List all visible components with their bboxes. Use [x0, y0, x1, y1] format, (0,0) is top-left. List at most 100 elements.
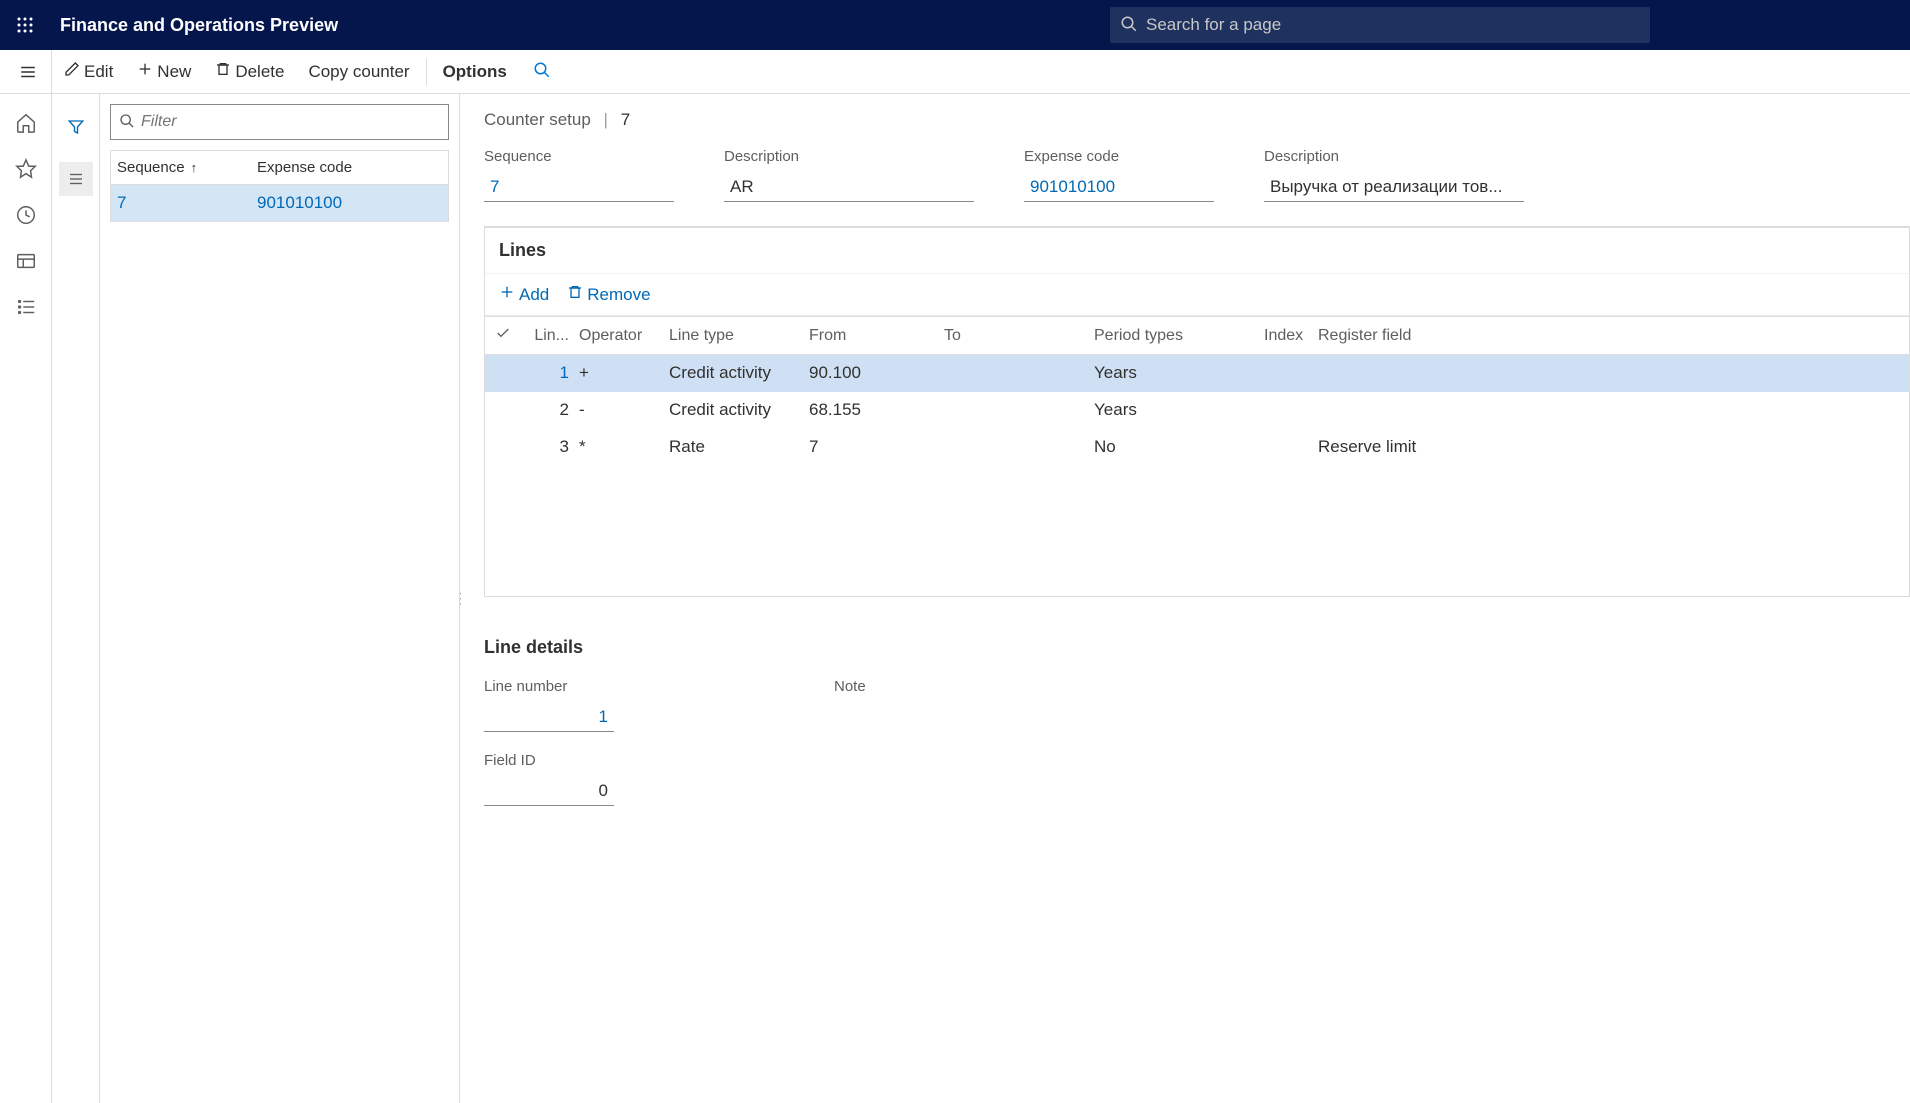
column-period-types[interactable]: Period types: [1094, 327, 1264, 345]
field-sequence-label: Sequence: [484, 148, 674, 165]
page-search-button[interactable]: [519, 61, 565, 82]
action-divider: [426, 59, 427, 85]
recent-icon[interactable]: [15, 204, 37, 226]
nav-toggle-icon[interactable]: [4, 50, 52, 94]
field-field-id: Field ID: [484, 752, 614, 806]
cell-line-type: Rate: [669, 437, 809, 457]
cell-period: Years: [1094, 363, 1264, 383]
cell-operator: *: [579, 437, 669, 457]
field-line-number: Line number: [484, 678, 614, 732]
column-to[interactable]: To: [944, 327, 1094, 345]
grid-row[interactable]: 2 - Credit activity 68.155 Years: [485, 392, 1909, 429]
column-register-field[interactable]: Register field: [1318, 327, 1899, 345]
detail-pane: Counter setup | 7 Sequence Description E…: [464, 94, 1910, 1103]
column-select[interactable]: [495, 325, 531, 346]
app-launcher-icon[interactable]: [0, 0, 50, 50]
list-filter[interactable]: [110, 104, 449, 140]
action-bar: Edit New Delete Copy counter Options: [0, 50, 1910, 94]
field-note: Note: [834, 678, 866, 703]
star-icon[interactable]: [15, 158, 37, 180]
edit-icon: [64, 61, 84, 82]
trash-icon: [567, 284, 583, 305]
lines-section: Lines Add Remove Lin... Operator Line ty…: [484, 226, 1910, 597]
column-sequence[interactable]: Sequence ↑: [117, 159, 257, 176]
global-search[interactable]: [1110, 7, 1650, 43]
filter-rail: [52, 94, 100, 1103]
field-sequence: Sequence: [484, 148, 674, 202]
options-button[interactable]: Options: [431, 50, 519, 94]
field-description: Description: [724, 148, 974, 202]
grid-row[interactable]: 3 * Rate 7 No Reserve limit: [485, 429, 1909, 466]
breadcrumb-separator: |: [604, 110, 608, 129]
line-number-input[interactable]: [484, 703, 614, 732]
app-title: Finance and Operations Preview: [60, 15, 338, 36]
add-line-button[interactable]: Add: [499, 284, 549, 305]
search-icon: [1120, 15, 1138, 36]
breadcrumb: Counter setup | 7: [484, 110, 1910, 130]
global-search-input[interactable]: [1146, 15, 1640, 35]
cell-line-type: Credit activity: [669, 363, 809, 383]
workspace-icon[interactable]: [15, 250, 37, 272]
list-row[interactable]: 7 901010100: [111, 185, 448, 221]
copy-counter-button[interactable]: Copy counter: [296, 50, 421, 94]
expense-desc-value: [1264, 173, 1524, 202]
line-number-label: Line number: [484, 678, 614, 695]
sort-asc-icon: ↑: [191, 160, 198, 175]
remove-line-button[interactable]: Remove: [567, 284, 650, 305]
remove-line-label: Remove: [587, 285, 650, 305]
list-icon[interactable]: [59, 162, 93, 196]
line-details-section: Line details Line number Field ID Note: [484, 637, 1910, 826]
cell-period: Years: [1094, 400, 1264, 420]
copy-counter-label: Copy counter: [308, 62, 409, 82]
note-label: Note: [834, 678, 866, 695]
field-expense-description: Description: [1264, 148, 1524, 202]
list-header: Sequence ↑ Expense code: [111, 151, 448, 185]
field-id-input[interactable]: [484, 777, 614, 806]
lines-toolbar: Add Remove: [485, 274, 1909, 316]
field-expense-desc-label: Description: [1264, 148, 1524, 165]
description-input[interactable]: [724, 173, 974, 202]
column-from[interactable]: From: [809, 327, 944, 345]
column-line[interactable]: Lin...: [531, 327, 579, 345]
column-sequence-label: Sequence: [117, 159, 185, 176]
filter-icon[interactable]: [59, 110, 93, 144]
cell-from: 7: [809, 437, 944, 457]
lines-grid: Lin... Operator Line type From To Period…: [485, 316, 1909, 596]
cell-operator: +: [579, 363, 669, 383]
edit-button[interactable]: Edit: [52, 50, 125, 94]
grid-row[interactable]: 1 + Credit activity 90.100 Years: [485, 355, 1909, 392]
column-expense-code[interactable]: Expense code: [257, 159, 442, 176]
home-icon[interactable]: [15, 112, 37, 134]
expense-code-input[interactable]: [1024, 173, 1214, 202]
cell-period: No: [1094, 437, 1264, 457]
cell-sequence: 7: [117, 193, 257, 213]
plus-icon: [499, 284, 515, 305]
column-line-type[interactable]: Line type: [669, 327, 809, 345]
edit-label: Edit: [84, 62, 113, 82]
lines-title: Lines: [485, 228, 1909, 274]
trash-icon: [215, 61, 235, 82]
list-filter-input[interactable]: [141, 113, 440, 131]
delete-button[interactable]: Delete: [203, 50, 296, 94]
search-icon: [533, 61, 551, 82]
breadcrumb-title: Counter setup: [484, 110, 591, 129]
sequence-input[interactable]: [484, 173, 674, 202]
modules-icon[interactable]: [15, 296, 37, 318]
new-button[interactable]: New: [125, 50, 203, 94]
grid-header: Lin... Operator Line type From To Period…: [485, 317, 1909, 355]
cell-line: 3: [531, 437, 579, 457]
cell-from: 68.155: [809, 400, 944, 420]
field-id-label: Field ID: [484, 752, 614, 769]
breadcrumb-value: 7: [621, 110, 630, 129]
cell-from: 90.100: [809, 363, 944, 383]
add-line-label: Add: [519, 285, 549, 305]
field-expense-code-label: Expense code: [1024, 148, 1214, 165]
options-label: Options: [443, 62, 507, 82]
column-operator[interactable]: Operator: [579, 327, 669, 345]
cell-line: 1: [531, 363, 579, 383]
cell-register: Reserve limit: [1318, 437, 1899, 457]
left-nav-rail: [0, 94, 52, 1103]
column-index[interactable]: Index: [1264, 327, 1318, 345]
cell-expense-code: 901010100: [257, 193, 442, 213]
top-header: Finance and Operations Preview: [0, 0, 1910, 50]
